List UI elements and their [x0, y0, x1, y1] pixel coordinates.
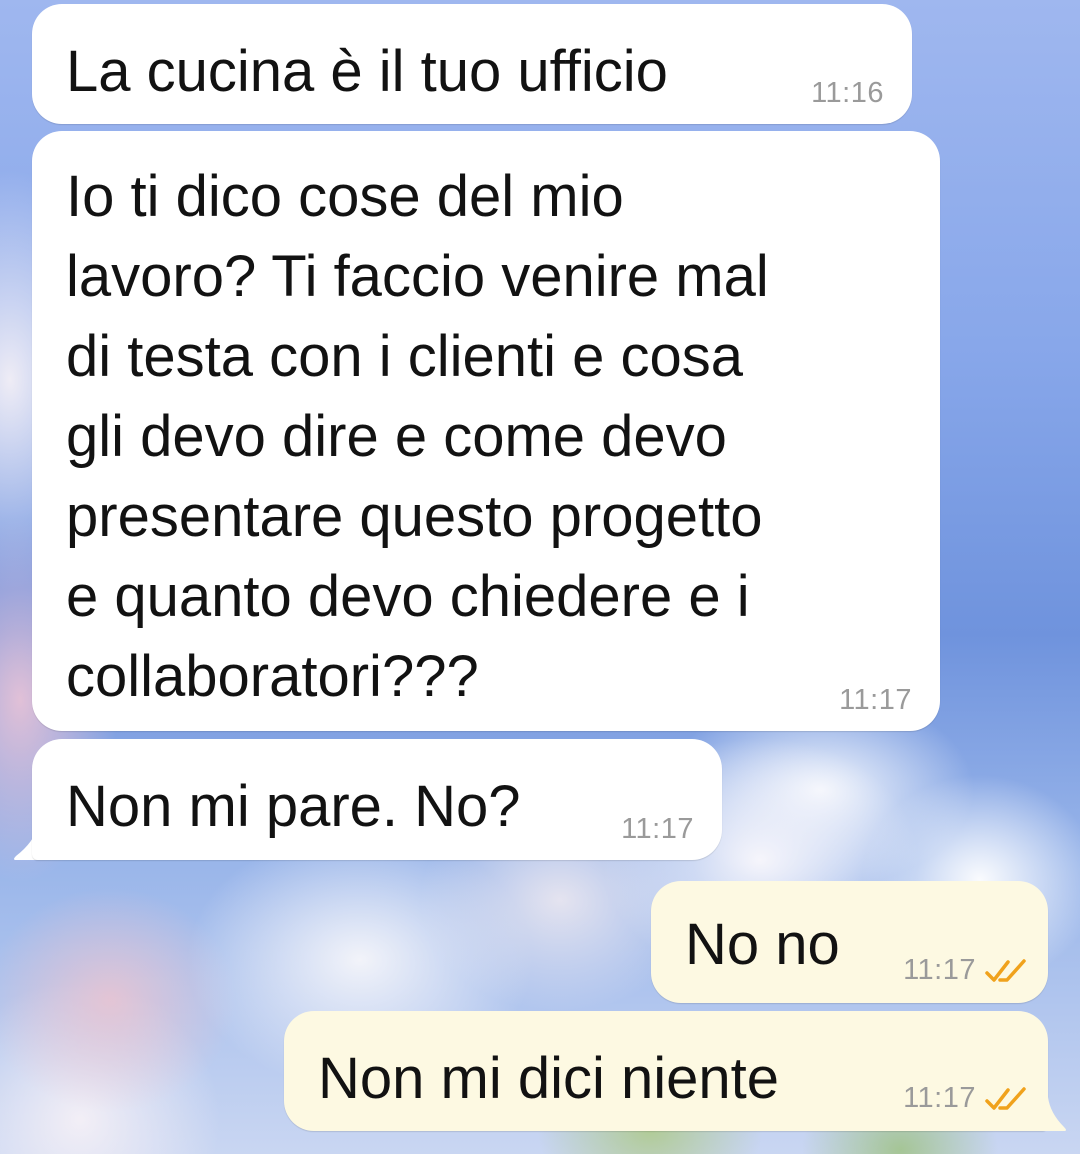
- message-meta: 11:17: [903, 954, 1028, 987]
- double-check-read-icon: [985, 1086, 1026, 1110]
- message-text: Non mi dici niente: [318, 1046, 779, 1111]
- message-meta: 11:17: [903, 1082, 1028, 1115]
- message-bubble-incoming[interactable]: Non mi pare. No? 11:17: [32, 739, 722, 860]
- message-text: Io ti dico cose del mio lavoro? Ti facci…: [66, 164, 769, 709]
- message-meta: 11:17: [621, 813, 694, 846]
- bubble-tail: [1040, 1097, 1066, 1131]
- message-time: 11:16: [811, 77, 884, 109]
- message-text: Non mi pare. No?: [66, 774, 521, 839]
- message-time: 11:17: [903, 954, 976, 986]
- message-text: La cucina è il tuo ufficio: [66, 39, 668, 104]
- message-bubble-incoming[interactable]: Io ti dico cose del mio lavoro? Ti facci…: [32, 131, 940, 731]
- message-time: 11:17: [621, 813, 694, 845]
- message-meta: 11:17: [839, 684, 912, 717]
- message-meta: 11:16: [811, 77, 884, 110]
- message-bubble-outgoing[interactable]: Non mi dici niente 11:17: [284, 1011, 1048, 1131]
- double-check-read-icon: [985, 958, 1026, 982]
- message-time: 11:17: [903, 1082, 976, 1114]
- message-text: No no: [685, 912, 840, 977]
- message-bubble-incoming[interactable]: La cucina è il tuo ufficio 11:16: [32, 4, 912, 124]
- message-time: 11:17: [839, 684, 912, 716]
- message-bubble-outgoing[interactable]: No no 11:17: [651, 881, 1048, 1003]
